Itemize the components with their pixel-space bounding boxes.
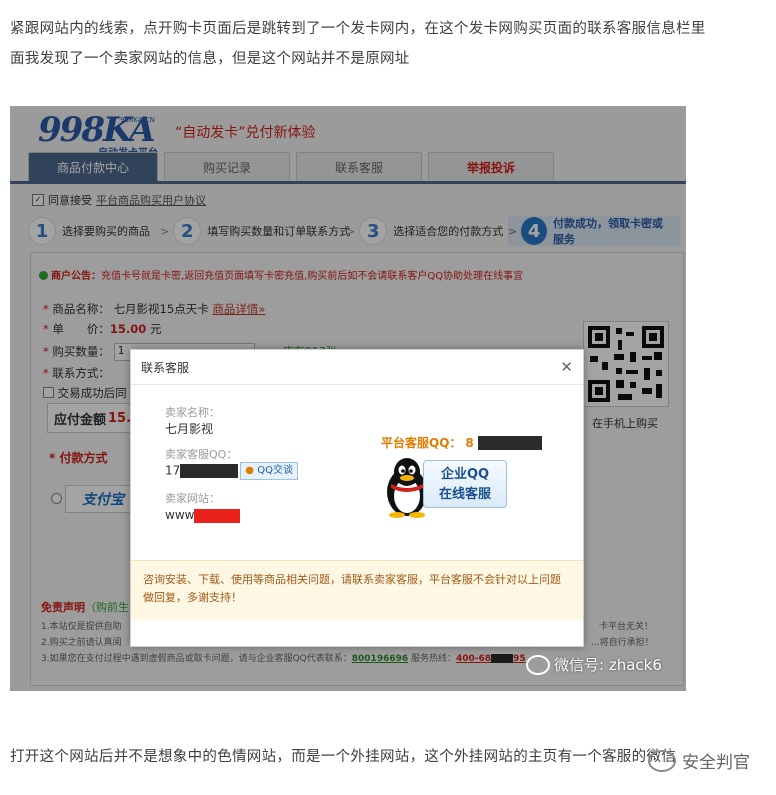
seller-qq-value: 17 — [165, 463, 181, 478]
close-icon[interactable]: ✕ — [560, 358, 573, 376]
page-watermark: 安全判官 — [648, 748, 750, 773]
article-paragraph-intro: 紧跟网站内的线索，点开购卡页面后是跳转到了一个发卡网内，在这个发卡网购买页面的联… — [10, 21, 706, 67]
redaction-bar — [477, 435, 542, 450]
seller-name-value: 七月影视 — [165, 422, 214, 436]
redaction-bar — [180, 464, 239, 478]
screenshot-watermark: 微信号: zhack6 — [526, 654, 662, 675]
embedded-screenshot: 998KA 998KA.CN 自动发卡平台 “自动发卡”兑付新体验 商品付款中心… — [10, 106, 686, 691]
watermark-text: 微信号: zhack6 — [554, 656, 662, 674]
qq-talk-label: QQ交谈 — [257, 465, 293, 476]
wechat-icon — [648, 749, 676, 772]
qq-button-line2: 在线客服 — [438, 487, 491, 502]
seller-qq-label: 卖家客服QQ： — [165, 448, 238, 461]
seller-name-label: 卖家名称： — [165, 406, 220, 419]
watermark-text: 安全判官 — [682, 753, 750, 773]
seller-site-row: www — [165, 508, 241, 523]
qq-penguin-icon: ● — [245, 465, 255, 476]
contact-support-dialog: 联系客服 ✕ 卖家名称： 七月影视 卖家客服QQ： 17 ● QQ交谈 卖家网站：… — [130, 349, 584, 647]
wechat-icon — [526, 654, 550, 675]
platform-qq-label: 平台客服QQ： — [381, 436, 462, 450]
platform-qq-value: 8 — [465, 435, 474, 450]
platform-qq: 平台客服QQ： 8 — [381, 434, 542, 451]
dialog-header: 联系客服 ✕ — [131, 350, 583, 385]
qq-button-line1: 企业QQ — [440, 467, 490, 482]
qq-talk-button[interactable]: ● QQ交谈 — [240, 462, 298, 480]
dialog-title: 联系客服 — [141, 360, 190, 375]
dialog-notice: 咨询安装、下载、使用等商品相关问题，请联系卖家客服，平台客服不会针对以上问题做回… — [131, 560, 583, 620]
enterprise-qq-online-button[interactable]: 企业QQ 在线客服 — [423, 460, 507, 508]
red-redaction-bar — [194, 508, 241, 523]
seller-site-value[interactable]: www — [165, 508, 194, 522]
seller-qq-row: 17 ● QQ交谈 — [165, 462, 298, 480]
seller-site-label: 卖家网站： — [165, 492, 220, 505]
